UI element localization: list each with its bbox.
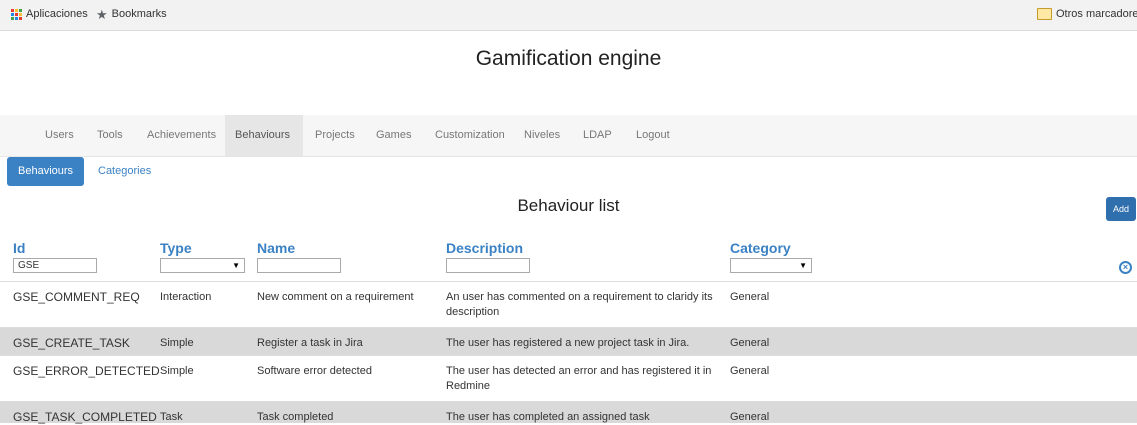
bookmarks-bar: Aplicaciones ★ Bookmarks Otros marcadore… xyxy=(0,0,1137,31)
cell-id: GSE_COMMENT_REQ xyxy=(13,290,140,304)
star-icon: ★ xyxy=(96,6,108,22)
cell-name: New comment on a requirement xyxy=(257,291,414,303)
column-header-description[interactable]: Description xyxy=(446,240,523,256)
table-row[interactable]: GSE_ERROR_DETECTED Simple Software error… xyxy=(0,355,1137,401)
bookmark-bookmarks-label: Bookmarks xyxy=(111,8,167,20)
cell-type: Simple xyxy=(160,365,194,377)
folder-icon xyxy=(1037,8,1052,20)
cell-type: Simple xyxy=(160,337,194,349)
table-row[interactable]: GSE_TASK_COMPLETED Task Task completed T… xyxy=(0,401,1137,424)
filter-id-input[interactable] xyxy=(13,258,97,273)
table-row[interactable]: GSE_CREATE_TASK Simple Register a task i… xyxy=(0,327,1137,355)
filter-category-select[interactable]: ▼ xyxy=(730,258,812,273)
column-header-category[interactable]: Category xyxy=(730,240,791,256)
bookmark-bookmarks[interactable]: ★ Bookmarks xyxy=(96,6,167,22)
nav-achievements[interactable]: Achievements xyxy=(137,115,226,156)
tab-categories[interactable]: Categories xyxy=(87,157,162,186)
apps-grid-icon xyxy=(11,8,22,20)
nav-ldap[interactable]: LDAP xyxy=(573,115,622,156)
nav-tools[interactable]: Tools xyxy=(87,115,133,156)
bookmark-other-label: Otros marcadores xyxy=(1056,8,1137,20)
nav-users[interactable]: Users xyxy=(35,115,84,156)
cell-id: GSE_ERROR_DETECTED xyxy=(13,364,160,378)
tab-behaviours[interactable]: Behaviours xyxy=(7,157,85,186)
list-title: Behaviour list xyxy=(517,196,620,215)
nav-games[interactable]: Games xyxy=(366,115,421,156)
nav-customization[interactable]: Customization xyxy=(425,115,515,156)
nav-behaviours[interactable]: Behaviours xyxy=(225,115,303,156)
bookmark-apps[interactable]: Aplicaciones xyxy=(11,8,88,20)
cell-description: The user has detected an error and has r… xyxy=(446,365,712,392)
cell-description: The user has registered a new project ta… xyxy=(446,337,690,349)
bookmark-other[interactable]: Otros marcadores xyxy=(1037,8,1137,20)
dropdown-arrow-icon: ▼ xyxy=(232,261,240,270)
filter-description-input[interactable] xyxy=(446,258,530,273)
dropdown-arrow-icon: ▼ xyxy=(799,261,807,270)
table-row[interactable]: GSE_COMMENT_REQ Interaction New comment … xyxy=(0,281,1137,327)
cell-id: GSE_CREATE_TASK xyxy=(13,336,130,350)
cell-type: Interaction xyxy=(160,291,212,303)
cell-description: An user has commented on a requirement t… xyxy=(446,291,713,318)
app-title: Gamification engine xyxy=(475,47,662,70)
main-nav: Users Tools Achievements Behaviours Proj… xyxy=(0,115,1137,157)
add-button[interactable]: Add xyxy=(1106,197,1136,221)
nav-niveles[interactable]: Niveles xyxy=(514,115,570,156)
cell-category: General xyxy=(730,365,770,377)
cell-category: General xyxy=(730,337,770,349)
cell-name: Register a task in Jira xyxy=(257,337,363,349)
nav-projects[interactable]: Projects xyxy=(305,115,365,156)
column-header-type[interactable]: Type xyxy=(160,240,192,256)
clear-filters-icon[interactable]: × xyxy=(1119,261,1132,274)
filter-name-input[interactable] xyxy=(257,258,341,273)
bookmark-apps-label: Aplicaciones xyxy=(26,8,88,20)
cell-name: Software error detected xyxy=(257,365,372,377)
cell-category: General xyxy=(730,291,770,303)
nav-logout[interactable]: Logout xyxy=(626,115,680,156)
filter-type-select[interactable]: ▼ xyxy=(160,258,245,273)
column-header-id[interactable]: Id xyxy=(13,240,25,256)
column-header-name[interactable]: Name xyxy=(257,240,295,256)
